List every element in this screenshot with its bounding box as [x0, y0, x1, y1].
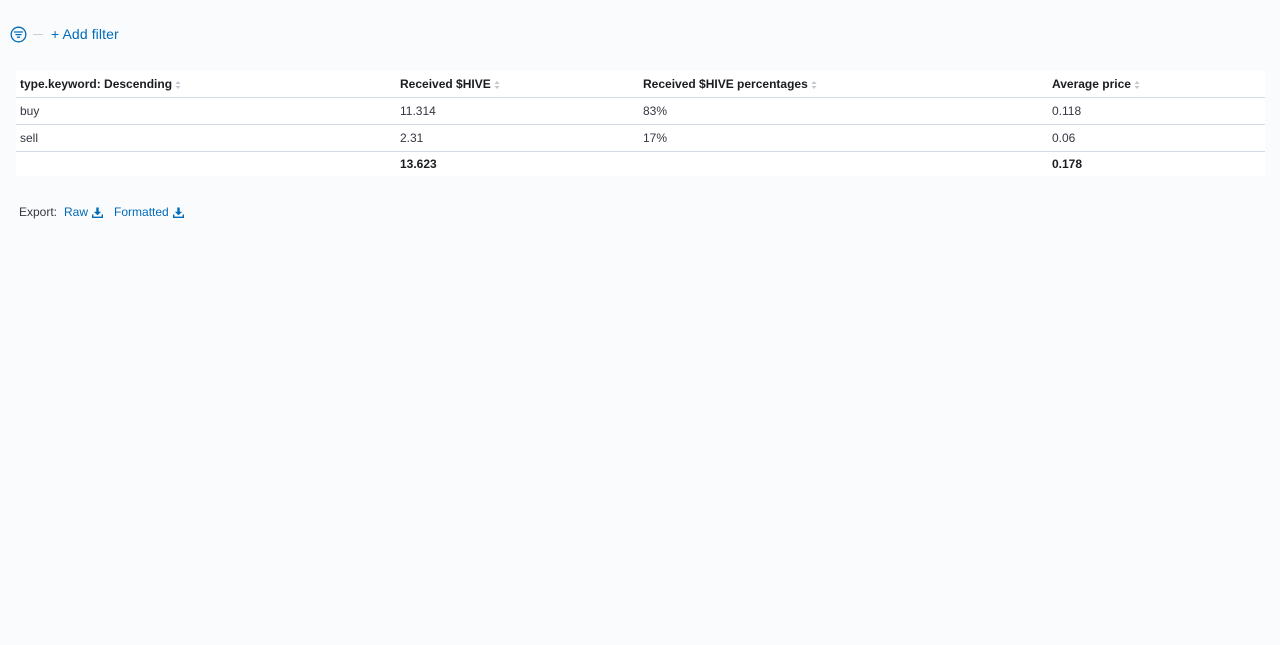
column-header-label: Received $HIVE [400, 77, 491, 91]
total-cell-percentage [639, 152, 1048, 177]
filter-bar: + Add filter [10, 24, 119, 44]
download-icon [172, 207, 184, 218]
sort-icon[interactable] [811, 80, 817, 90]
table-cell-received-hive: 11.314 [396, 97, 639, 125]
export-formatted-link[interactable]: Formatted [114, 205, 184, 219]
column-header-average-price[interactable]: Average price [1048, 71, 1265, 98]
table-row: sell 2.31 17% 0.06 [16, 124, 1265, 152]
total-cell-received-hive: 13.623 [400, 157, 437, 171]
data-table: type.keyword: Descending Received $HIVE … [16, 71, 1265, 176]
column-header-received-hive[interactable]: Received $HIVE [396, 71, 639, 98]
column-header-received-hive-percentages[interactable]: Received $HIVE percentages [639, 71, 1048, 98]
filter-separator [33, 33, 43, 35]
table-cell-percentage: 83% [639, 97, 1048, 125]
filter-circle-icon[interactable] [10, 26, 27, 43]
sort-icon[interactable] [1134, 80, 1140, 90]
total-cell-average-price: 0.178 [1052, 157, 1083, 171]
table-total-row: 13.623 0.178 [16, 152, 1265, 177]
table-cell-received-hive: 2.31 [396, 124, 639, 152]
download-icon [92, 207, 104, 218]
table-cell-average-price: 0.118 [1048, 97, 1265, 125]
add-filter-button[interactable]: + Add filter [51, 26, 119, 42]
total-cell-type [16, 152, 396, 177]
column-header-label: Average price [1052, 77, 1131, 91]
column-header-type-keyword[interactable]: type.keyword: Descending [16, 71, 396, 98]
export-label: Export: [19, 205, 58, 219]
table-cell-type: buy [16, 97, 396, 125]
export-raw-label: Raw [64, 205, 89, 219]
table-cell-type: sell [16, 124, 396, 152]
sort-icon[interactable] [494, 80, 500, 90]
column-header-label: type.keyword: Descending [20, 77, 173, 91]
export-bar: Export: Raw Formatted [19, 205, 195, 219]
sort-icon[interactable] [175, 80, 181, 90]
table-cell-average-price: 0.06 [1048, 124, 1265, 152]
table-row: buy 11.314 83% 0.118 [16, 97, 1265, 125]
table-cell-percentage: 17% [639, 124, 1048, 152]
export-formatted-label: Formatted [114, 205, 169, 219]
table-header-row: type.keyword: Descending Received $HIVE … [16, 71, 1265, 98]
column-header-label: Received $HIVE percentages [643, 77, 808, 91]
export-raw-link[interactable]: Raw [64, 205, 104, 219]
